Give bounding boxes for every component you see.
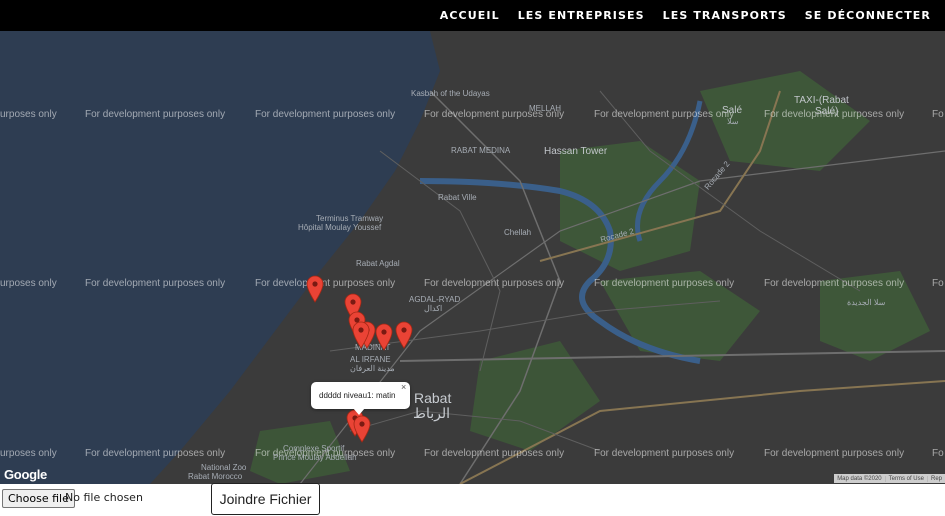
terms-of-use-link[interactable]: Terms of Use bbox=[884, 475, 927, 482]
watermark-text: Fo bbox=[932, 109, 944, 120]
watermark-text: For development purposes only bbox=[85, 109, 226, 120]
watermark-text: For development purposes only bbox=[594, 448, 735, 459]
map-pin-icon[interactable] bbox=[352, 321, 370, 349]
watermark-text: For development purposes only bbox=[424, 448, 565, 459]
google-logo: Google bbox=[4, 467, 47, 482]
place-label: مدينة العرفان bbox=[350, 364, 395, 373]
watermark-text: For development purposes only bbox=[255, 109, 396, 120]
watermark-text: urposes only bbox=[0, 278, 57, 289]
place-label: Kasbah of the Udayas bbox=[411, 89, 490, 98]
watermark-text: For development purposes only bbox=[85, 278, 226, 289]
watermark-text: For development purposes only bbox=[424, 278, 565, 289]
watermark-text: For development purposes only bbox=[594, 109, 735, 120]
place-label: سلا الجديدة bbox=[847, 298, 886, 307]
place-label: Hassan Tower bbox=[544, 146, 608, 157]
watermark-text: For development purposes only bbox=[255, 278, 396, 289]
place-label: اكدال bbox=[424, 304, 443, 313]
place-label: Rabat Morocco bbox=[188, 472, 243, 481]
close-icon[interactable]: × bbox=[401, 382, 406, 392]
watermark-text: For development purposes only bbox=[594, 278, 735, 289]
watermark-text: For development purposes only bbox=[764, 278, 905, 289]
place-label: Complexe Sportif bbox=[283, 444, 345, 453]
place-label: Chellah bbox=[504, 228, 532, 237]
place-label: Salé) bbox=[815, 106, 839, 117]
place-label: RABAT MEDINA bbox=[451, 146, 511, 155]
place-label: National Zoo bbox=[201, 463, 247, 472]
watermark-text: Fo bbox=[932, 278, 944, 289]
map-infowindow: ddddd niveau1: matin bbox=[311, 382, 410, 409]
map-pin-icon[interactable] bbox=[353, 415, 371, 443]
place-label: TAXI-(Rabat bbox=[794, 95, 849, 106]
map-attribution: Map data ©2020 Terms of Use Rep bbox=[834, 474, 945, 483]
watermark-text: urposes only bbox=[0, 448, 57, 459]
place-label: AL IRFANE bbox=[350, 355, 391, 364]
map-pin-icon[interactable] bbox=[306, 275, 324, 303]
file-status-text: No file chosen bbox=[65, 491, 143, 504]
place-label: الرباط bbox=[413, 405, 450, 421]
watermark-text: For development purposes only bbox=[85, 448, 226, 459]
watermark-text: Fo bbox=[932, 448, 944, 459]
join-file-button[interactable]: Joindre Fichier bbox=[211, 483, 320, 515]
infowindow-tail bbox=[353, 408, 365, 415]
infowindow-text: ddddd niveau1: matin bbox=[319, 391, 396, 400]
nav-accueil-link[interactable]: ACCUEIL bbox=[440, 9, 500, 22]
place-label: Hôpital Moulay Youssef bbox=[298, 223, 382, 232]
choose-file-button[interactable]: Choose file bbox=[2, 489, 75, 508]
watermark-text: urposes only bbox=[0, 109, 57, 120]
place-label: Prince Moulay Abdellah bbox=[273, 453, 357, 462]
map-pin-icon[interactable] bbox=[375, 323, 393, 351]
map-pin-icon[interactable] bbox=[395, 321, 413, 349]
report-link[interactable]: Rep bbox=[926, 475, 945, 482]
watermark-text: For development purposes only bbox=[764, 448, 905, 459]
place-label: AGDAL-RYAD bbox=[409, 295, 461, 304]
place-label: Terminus Tramway bbox=[316, 214, 384, 223]
place-label: Rabat Agdal bbox=[356, 259, 400, 268]
place-label: MELLAH bbox=[529, 104, 562, 113]
nav-entreprises-link[interactable]: LES ENTREPRISES bbox=[518, 9, 645, 22]
place-label: Salé bbox=[722, 105, 743, 116]
map-canvas[interactable]: urposes only For development purposes on… bbox=[0, 31, 945, 484]
top-navbar: ACCUEIL LES ENTREPRISES LES TRANSPORTS S… bbox=[0, 0, 945, 31]
nav-transports-link[interactable]: LES TRANSPORTS bbox=[663, 9, 787, 22]
nav-links: ACCUEIL LES ENTREPRISES LES TRANSPORTS S… bbox=[440, 0, 931, 31]
place-label: Rabat Ville bbox=[438, 193, 477, 202]
place-label: سلا bbox=[727, 117, 739, 126]
map-data-text: Map data ©2020 bbox=[837, 475, 882, 482]
nav-logout-link[interactable]: SE DÉCONNECTER bbox=[805, 9, 931, 22]
place-label: Rabat bbox=[414, 390, 452, 406]
